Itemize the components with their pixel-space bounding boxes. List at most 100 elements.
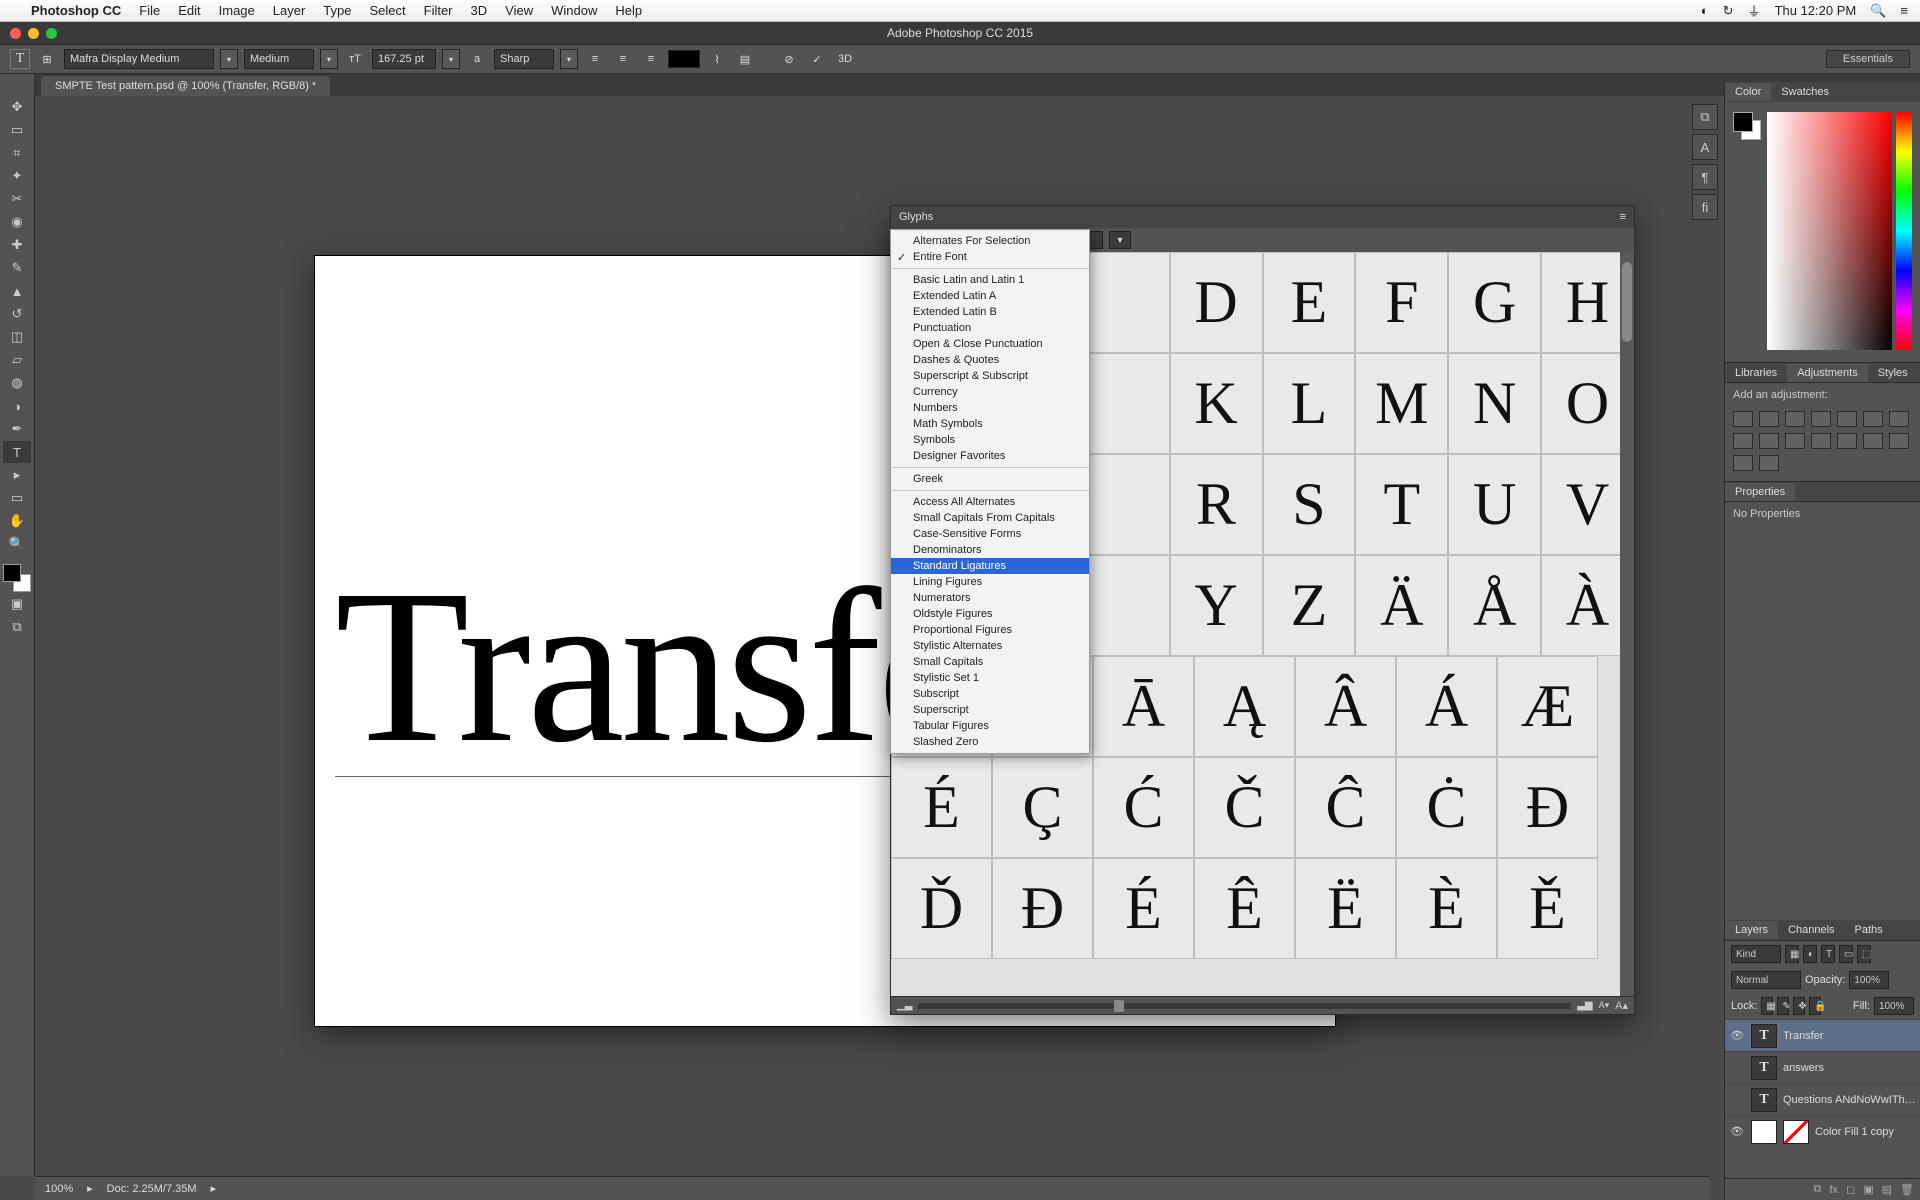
layer-name[interactable]: Color Fill 1 copy [1815,1126,1916,1138]
glyph-menu-item[interactable]: Greek [891,471,1089,487]
paragraph-panel-collapsed-icon[interactable]: ¶ [1692,164,1718,190]
antialias-dropdown[interactable]: ▾ [560,49,578,69]
brush-tool[interactable]: ✎ [3,257,31,279]
glyph-menu-item[interactable]: Alternates For Selection [891,233,1089,249]
menu-3d[interactable]: 3D [462,3,497,18]
new-layer-icon[interactable]: ▤ [1882,1183,1892,1196]
adj-exposure-icon[interactable] [1811,411,1831,427]
3d-text-icon[interactable]: 3D [834,48,856,70]
crop-tool[interactable]: ✂ [3,188,31,210]
glyph-size-larger-icon[interactable]: A▴ [1615,999,1628,1012]
layer-name[interactable]: answers [1783,1062,1916,1074]
delete-layer-icon[interactable]: 🗑 [1900,1183,1914,1196]
glyph-cell[interactable]: Ê [1194,858,1295,959]
text-color-swatch[interactable] [668,50,700,68]
workspace-switcher[interactable]: Essentials [1826,50,1910,68]
glyph-cell[interactable]: M [1355,353,1448,454]
glyph-menu-item[interactable]: Tabular Figures [891,718,1089,734]
glyph-cell[interactable]: Ā [1093,656,1194,757]
fg-bg-swatch[interactable] [3,564,31,592]
history-panel-icon[interactable]: ⧉ [1692,104,1718,130]
glyph-cell[interactable]: R [1170,454,1263,555]
glyph-cell[interactable] [1077,252,1170,353]
glyph-menu-item[interactable]: Designer Favorites [891,448,1089,464]
glyph-cell[interactable]: Č [1194,757,1295,858]
layer-name[interactable]: Transfer [1783,1030,1916,1042]
glyph-menu-item[interactable]: Denominators [891,542,1089,558]
opacity-field[interactable]: 100% [1849,971,1889,989]
glyph-cell[interactable]: Z [1263,555,1356,656]
warp-text-icon[interactable]: ⌇ [706,48,728,70]
zoom-level[interactable]: 100% [45,1183,73,1195]
glyph-zoom-out-icon[interactable]: ▁▃ [897,1000,912,1011]
glyph-menu-item[interactable]: Numerators [891,590,1089,606]
lock-pixels-icon[interactable]: ✎ [1777,997,1789,1015]
glyph-menu-item[interactable]: Math Symbols [891,416,1089,432]
glyph-cell[interactable]: Ć [1093,757,1194,858]
blend-mode-field[interactable]: Normal [1731,971,1801,989]
shape-tool[interactable]: ▭ [3,487,31,509]
glyph-cell[interactable]: Ä [1355,555,1448,656]
app-name[interactable]: Photoshop CC [22,3,130,18]
glyph-cell[interactable]: È [1396,858,1497,959]
glyph-menu-item[interactable]: Entire Font [891,249,1089,265]
layer-name[interactable]: Questions ANdNoWwITh ◆ [1783,1093,1916,1106]
glyph-zoom-slider[interactable] [918,1003,1571,1009]
menu-image[interactable]: Image [210,3,264,18]
tab-styles[interactable]: Styles [1868,364,1918,382]
glyph-menu-item[interactable]: Superscript & Subscript [891,368,1089,384]
tab-adjustments[interactable]: Adjustments [1787,364,1868,382]
glyph-cell[interactable]: E [1263,252,1356,353]
commit-edits-icon[interactable]: ✓ [806,48,828,70]
gradient-tool[interactable]: ▱ [3,349,31,371]
menu-icon[interactable]: ≡ [1900,3,1908,18]
glyph-menu-item[interactable]: Stylistic Set 1 [891,670,1089,686]
eraser-tool[interactable]: ◫ [3,326,31,348]
glyph-menu-item[interactable]: Access All Alternates [891,494,1089,510]
toggle-orientation-icon[interactable]: ⊞ [36,48,58,70]
adj-brightness-icon[interactable] [1733,411,1753,427]
font-weight-field[interactable]: Medium [244,49,314,69]
align-left-icon[interactable]: ≡ [584,48,606,70]
layer-mask-thumbnail[interactable] [1783,1120,1809,1144]
layer-thumbnail[interactable]: T [1751,1024,1777,1048]
filter-shape-icon[interactable]: ▭ [1839,945,1853,963]
glyph-cell[interactable]: F [1355,252,1448,353]
glyph-menu-item[interactable]: Slashed Zero [891,734,1089,750]
glyph-cell[interactable]: L [1263,353,1356,454]
filter-adjust-icon[interactable]: ◐ [1803,945,1817,963]
zoom-window-button[interactable] [46,28,57,39]
quickmask-icon[interactable]: ▣ [3,593,31,615]
menubar-clock[interactable]: Thu 12:20 PM [1775,3,1857,18]
visibility-toggle-icon[interactable]: 👁 [1729,1125,1745,1138]
zoom-tool[interactable]: 🔍 [3,533,31,555]
glyph-cell[interactable]: Y [1170,555,1263,656]
menu-window[interactable]: Window [542,3,606,18]
glyph-menu-item[interactable]: Basic Latin and Latin 1 [891,272,1089,288]
dodge-tool[interactable]: ◑ [3,395,31,417]
glyph-size-smaller-icon[interactable]: A▾ [1599,1000,1610,1011]
menu-type[interactable]: Type [314,3,360,18]
glyph-menu-item[interactable]: Punctuation [891,320,1089,336]
glyph-cell[interactable]: U [1448,454,1541,555]
adj-invert-icon[interactable] [1837,433,1857,449]
timemachine-icon[interactable]: ↻ [1723,3,1734,19]
glyph-menu-item[interactable]: Dashes & Quotes [891,352,1089,368]
screenmode-icon[interactable]: ⧉ [3,616,31,638]
document-tab[interactable]: SMPTE Test pattern.psd @ 100% (Transfer,… [41,76,330,96]
filter-smart-icon[interactable]: ⬚ [1857,945,1871,963]
glyph-menu-item[interactable]: Superscript [891,702,1089,718]
font-size-field[interactable]: 167.25 pt [372,49,436,69]
spotlight-icon[interactable]: 🔍 [1870,3,1886,19]
tab-color[interactable]: Color [1725,83,1771,101]
antialias-field[interactable]: Sharp [494,49,554,69]
filter-pixel-icon[interactable]: ▦ [1785,945,1799,963]
minimize-window-button[interactable] [28,28,39,39]
layer-fx-icon[interactable]: fx [1830,1184,1839,1196]
menu-layer[interactable]: Layer [264,3,315,18]
tab-layers[interactable]: Layers [1725,921,1778,939]
lock-all-icon[interactable]: 🔒 [1809,997,1821,1015]
adj-channelmixer-icon[interactable] [1785,433,1805,449]
hue-slider[interactable] [1896,112,1912,350]
new-group-icon[interactable]: ▣ [1863,1183,1873,1196]
